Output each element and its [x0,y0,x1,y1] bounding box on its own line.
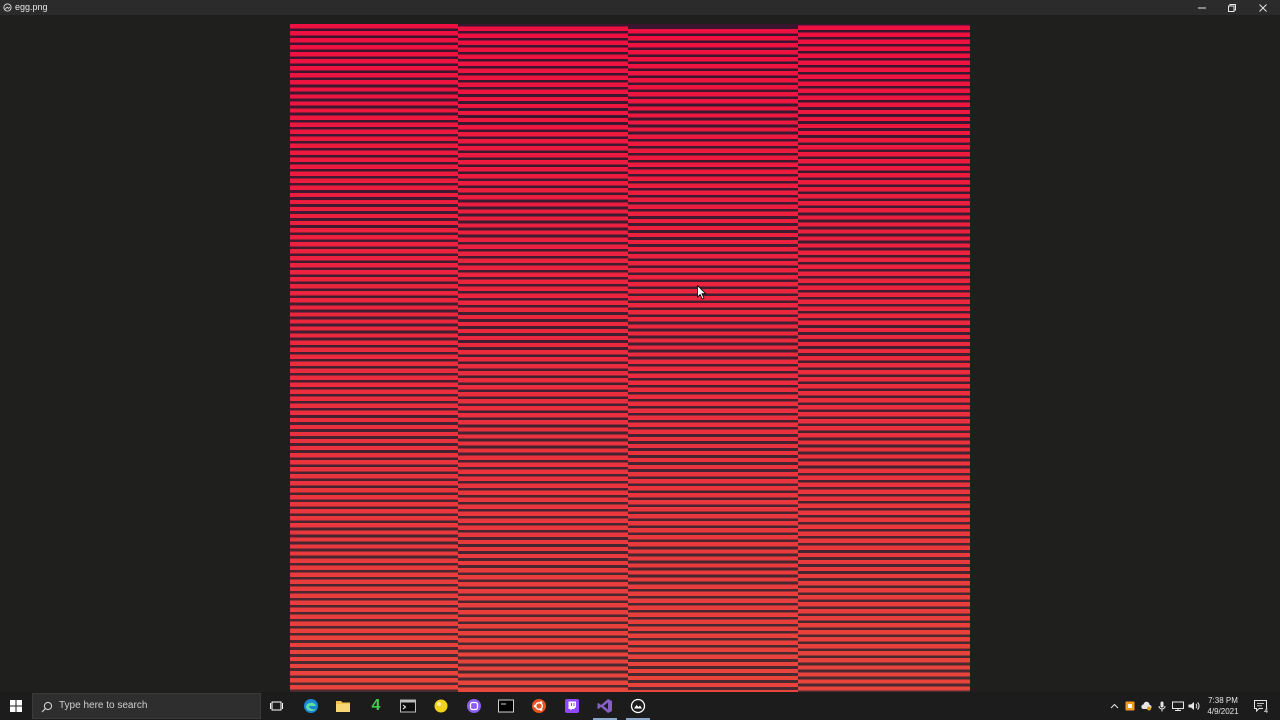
purple-circle-app-icon [467,699,481,713]
image-stripe-column [798,24,970,692]
taskbar-app-purple[interactable] [458,692,490,720]
title-bar[interactable]: egg.png [0,0,1280,15]
taskbar-app-console[interactable] [490,692,522,720]
taskbar-app-twitch[interactable] [556,692,588,720]
app-4-icon: 4 [371,697,381,714]
taskbar-clock[interactable]: 7:38 PM 4/9/2021 [1198,695,1248,717]
search-icon [41,701,53,713]
close-icon [1259,3,1267,12]
tray-network[interactable] [1170,692,1186,720]
twitch-icon [565,699,579,713]
taskbar-app-ubuntu[interactable] [523,692,555,720]
taskbar-search-box[interactable]: Type here to search [32,693,261,719]
mouse-cursor-icon [697,285,707,300]
visual-studio-icon [597,699,612,713]
edge-icon [304,699,318,713]
image-stripe-column [458,24,628,692]
taskbar: Type here to search 4 7:38 PM 4/9/2021 4 [0,692,1280,720]
minimize-icon [1198,7,1206,8]
taskbar-app-4[interactable]: 4 [360,692,392,720]
taskbar-app-file-explorer[interactable] [327,692,359,720]
photos-app-icon [3,3,12,12]
clock-time: 7:38 PM [1208,696,1238,705]
file-explorer-icon [336,701,350,712]
taskbar-app-terminal[interactable] [392,692,424,720]
ubuntu-icon [532,699,546,713]
clock-date: 4/9/2021 [1207,707,1239,716]
taskbar-app-edge[interactable] [295,692,327,720]
action-center-button[interactable]: 4 [1250,692,1270,720]
minimize-button[interactable] [1187,0,1217,15]
close-button[interactable] [1248,0,1278,15]
search-placeholder: Type here to search [59,700,148,711]
windows-logo-icon [10,700,22,712]
cloud-sync-icon [1141,701,1152,711]
orange-app-tray-icon [1125,701,1134,711]
restore-icon [1228,3,1236,12]
window-title: egg.png [15,2,48,12]
tray-microphone[interactable] [1155,692,1169,720]
taskbar-app-visual-studio[interactable] [589,692,621,720]
image-stripe-column [628,24,798,692]
yellow-circle-app-icon [434,699,448,713]
start-button[interactable] [0,692,32,720]
restore-button[interactable] [1217,0,1247,15]
image-stripe-column [290,24,458,692]
task-view-icon [270,701,283,711]
tray-cloud-status[interactable] [1138,692,1154,720]
tray-app-orange[interactable] [1122,692,1137,720]
task-view-button[interactable] [261,692,293,720]
taskbar-app-yellow[interactable] [425,692,457,720]
show-hidden-icons-button[interactable] [1107,692,1121,720]
notification-count-badge: 4 [1263,708,1269,716]
chevron-up-icon [1110,703,1118,709]
console-icon [498,699,514,713]
terminal-icon [400,699,416,713]
network-icon [1172,701,1184,711]
microphone-icon [1158,701,1166,711]
displayed-image[interactable] [290,24,970,692]
taskbar-app-photos[interactable] [622,692,654,720]
photos-icon [630,698,646,714]
photo-viewer-window: egg.png [0,0,1280,692]
